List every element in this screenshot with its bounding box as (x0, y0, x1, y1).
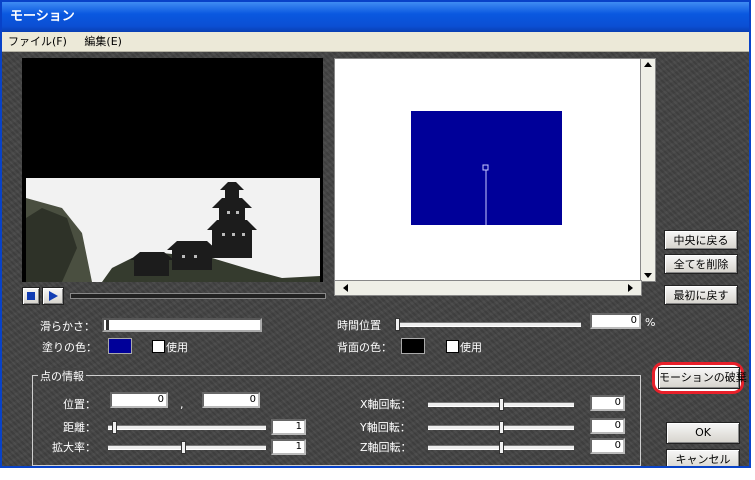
time-position-field[interactable]: 0 (590, 313, 641, 329)
point-info-title: 点の情報 (38, 368, 86, 384)
position-label: 位置： (63, 398, 96, 411)
timeline-scrubber[interactable] (70, 293, 326, 299)
video-preview (22, 58, 323, 282)
motion-canvas[interactable] (334, 58, 642, 282)
window-title: モーション (10, 9, 75, 24)
scale-thumb[interactable] (181, 441, 186, 454)
fill-use-checkbox[interactable] (152, 340, 165, 353)
reset-button[interactable]: 最初に戻す (664, 285, 738, 305)
x-rotation-label: X軸回転： (360, 398, 412, 411)
scroll-left-icon[interactable] (343, 284, 348, 292)
background-use-label: 使用 (460, 341, 482, 354)
preview-image (22, 58, 323, 282)
stop-icon (27, 292, 35, 300)
time-position-label: 時間位置 (337, 319, 381, 332)
smoothness-slider[interactable] (102, 318, 262, 332)
fill-use-label: 使用 (166, 341, 188, 354)
z-rotation-thumb[interactable] (499, 441, 504, 454)
cancel-button[interactable]: キャンセル (666, 449, 740, 466)
motion-path (482, 164, 489, 225)
canvas-vscrollbar[interactable] (640, 58, 656, 282)
y-rotation-label: Y軸回転： (360, 421, 411, 434)
y-rotation-field[interactable]: 0 (590, 418, 625, 434)
background-use-checkbox[interactable] (446, 340, 459, 353)
menu-bar: ファイル(F) 編集(E) (2, 32, 749, 52)
fill-color-label: 塗りの色： (42, 341, 97, 354)
x-rotation-field[interactable]: 0 (590, 395, 625, 411)
scroll-up-icon[interactable] (644, 62, 652, 67)
x-rotation-slider[interactable] (428, 398, 574, 411)
play-icon (48, 291, 58, 301)
stop-button[interactable] (22, 287, 40, 305)
z-rotation-slider[interactable] (428, 441, 574, 454)
smoothness-thumb[interactable] (106, 320, 109, 330)
scale-field[interactable]: 1 (271, 439, 306, 455)
scroll-right-icon[interactable] (628, 284, 633, 292)
distance-thumb[interactable] (112, 421, 117, 434)
background-color-label: 背面の色： (337, 341, 392, 354)
x-rotation-thumb[interactable] (499, 398, 504, 411)
position-y-field[interactable]: 0 (202, 392, 260, 408)
smoothness-label: 滑らかさ： (40, 320, 95, 333)
motion-frame[interactable] (411, 111, 562, 225)
percent-label: % (645, 316, 656, 329)
menu-file[interactable]: ファイル(F) (8, 35, 67, 48)
menu-edit[interactable]: 編集(E) (84, 35, 122, 48)
discard-motion-button[interactable]: モーションの破棄 (658, 367, 747, 389)
z-rotation-field[interactable]: 0 (590, 438, 625, 454)
canvas-hscrollbar[interactable] (334, 280, 642, 296)
scroll-down-icon[interactable] (644, 273, 652, 278)
ok-button[interactable]: OK (666, 422, 740, 444)
scale-label: 拡大率： (52, 441, 96, 454)
center-button[interactable]: 中央に戻る (664, 230, 738, 250)
dialog-body: 中央に戻る 全てを削除 最初に戻す 滑らかさ： 時間位置 0 % 塗りの色： 使… (2, 52, 749, 466)
title-bar: モーション (2, 2, 749, 32)
time-position-thumb[interactable] (395, 318, 400, 331)
fill-color-swatch[interactable] (108, 338, 132, 354)
delete-all-button[interactable]: 全てを削除 (664, 254, 738, 274)
scale-slider[interactable] (108, 441, 266, 454)
position-separator: , (180, 398, 184, 411)
z-rotation-label: Z軸回転： (360, 441, 412, 454)
point-info-group (32, 375, 641, 466)
distance-slider[interactable] (108, 421, 266, 434)
distance-label: 距離： (63, 421, 96, 434)
time-position-slider[interactable] (395, 318, 581, 331)
play-button[interactable] (42, 287, 64, 305)
position-x-field[interactable]: 0 (110, 392, 168, 408)
y-rotation-thumb[interactable] (499, 421, 504, 434)
distance-field[interactable]: 1 (271, 419, 306, 435)
background-color-swatch[interactable] (401, 338, 425, 354)
y-rotation-slider[interactable] (428, 421, 574, 434)
motion-window: モーション ファイル(F) 編集(E) 中央に戻る 全てを削除 最初に戻す 滑ら… (0, 0, 751, 468)
